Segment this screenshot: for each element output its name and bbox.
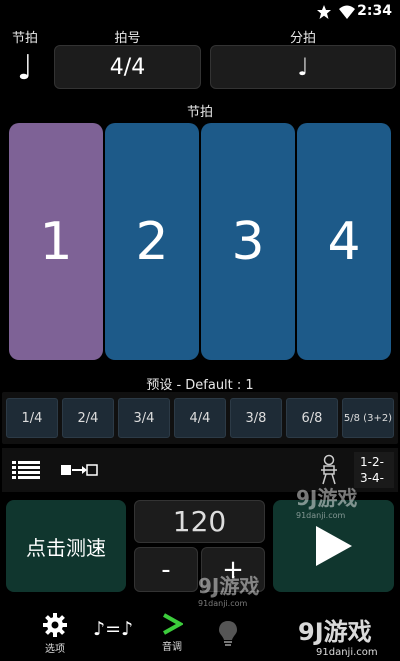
tempo-display[interactable]: 120 [134, 500, 265, 543]
status-time: 2:34 [357, 3, 392, 19]
time-signature-value: 4/4 [109, 54, 146, 80]
preset-button[interactable]: 4/4 [174, 398, 226, 438]
beat-label: 节拍 [11, 31, 38, 46]
beat-tile-1[interactable]: 1 [9, 123, 103, 360]
preset-button[interactable]: 2/4 [62, 398, 114, 438]
chevron-right-icon [163, 613, 183, 635]
play-icon [315, 526, 352, 566]
status-bar: 2:34 [0, 0, 400, 24]
tap-tempo-button[interactable]: 点击测速 [6, 500, 126, 592]
gear-icon [43, 613, 67, 637]
lightbulb-icon[interactable] [218, 620, 238, 648]
beat-note-icon[interactable]: ♩ [10, 46, 40, 90]
beats-header: 节拍 [186, 105, 213, 120]
beat-tile-2[interactable]: 2 [105, 123, 199, 360]
subdivision-note-icon: ♩ [297, 53, 309, 81]
beat-tile-4[interactable]: 4 [297, 123, 391, 360]
list-icon[interactable] [12, 460, 40, 480]
watermark-digits: 9J [298, 618, 324, 646]
beat-number: 1 [39, 211, 73, 272]
beat-tile-3[interactable]: 3 [201, 123, 295, 360]
count-line-2: 3-4- [360, 471, 384, 485]
watermark-digits: 9J [296, 486, 318, 510]
preset-button[interactable]: 3/4 [118, 398, 170, 438]
subdivision-label: 分拍 [289, 31, 316, 46]
beat-number: 4 [327, 211, 361, 272]
watermark-logo-center: 9J游戏 91danji.com [198, 570, 259, 608]
tap-tempo-label: 点击测速 [26, 535, 106, 560]
count-line-1: 1-2- [360, 455, 384, 469]
minus-label: - [161, 554, 171, 585]
options-label: 选项 [45, 644, 65, 655]
options-nav-item[interactable]: 选项 [38, 612, 72, 655]
watermark-brand: 游戏 [317, 486, 358, 510]
subdivision-button[interactable]: ♩ [210, 45, 396, 89]
preset-button[interactable]: 3/8 [230, 398, 282, 438]
watermark-logo-mid: 9J游戏 91danji.com [296, 482, 357, 520]
preset-button[interactable]: 6/8 [286, 398, 338, 438]
preset-button[interactable]: 5/8 (3+2) [342, 398, 394, 438]
transition-icon[interactable] [60, 464, 98, 476]
watermark-digits: 9J [198, 574, 220, 598]
wifi-icon [339, 5, 355, 19]
count-display[interactable]: 1-2- 3-4- [354, 452, 394, 488]
watermark-logo-corner: 9J游戏 91danji.com [298, 612, 378, 658]
watermark-brand: 游戏 [323, 618, 372, 646]
preset-button[interactable]: 1/4 [6, 398, 58, 438]
preset-label: 预设 - Default : 1 [146, 378, 254, 393]
beat-number: 2 [135, 211, 169, 272]
preset-row: 1/4 2/4 3/4 4/4 3/8 6/8 5/8 (3+2) [2, 392, 398, 444]
note-equals-button[interactable]: ♪=♪ [93, 618, 133, 640]
tempo-value: 120 [172, 505, 227, 538]
time-signature-label: 拍号 [114, 31, 141, 46]
star-icon [317, 5, 331, 19]
beat-number: 3 [231, 211, 265, 272]
time-signature-button[interactable]: 4/4 [54, 45, 201, 89]
watermark-brand: 游戏 [219, 574, 260, 598]
tone-label: 音调 [162, 642, 182, 653]
watermark-url: 91danji.com [316, 647, 378, 658]
watermark-url: 91danji.com [296, 511, 346, 520]
watermark-url: 91danji.com [198, 599, 248, 608]
tempo-minus-button[interactable]: - [134, 547, 198, 592]
tone-nav-item[interactable]: 音调 [157, 612, 187, 653]
